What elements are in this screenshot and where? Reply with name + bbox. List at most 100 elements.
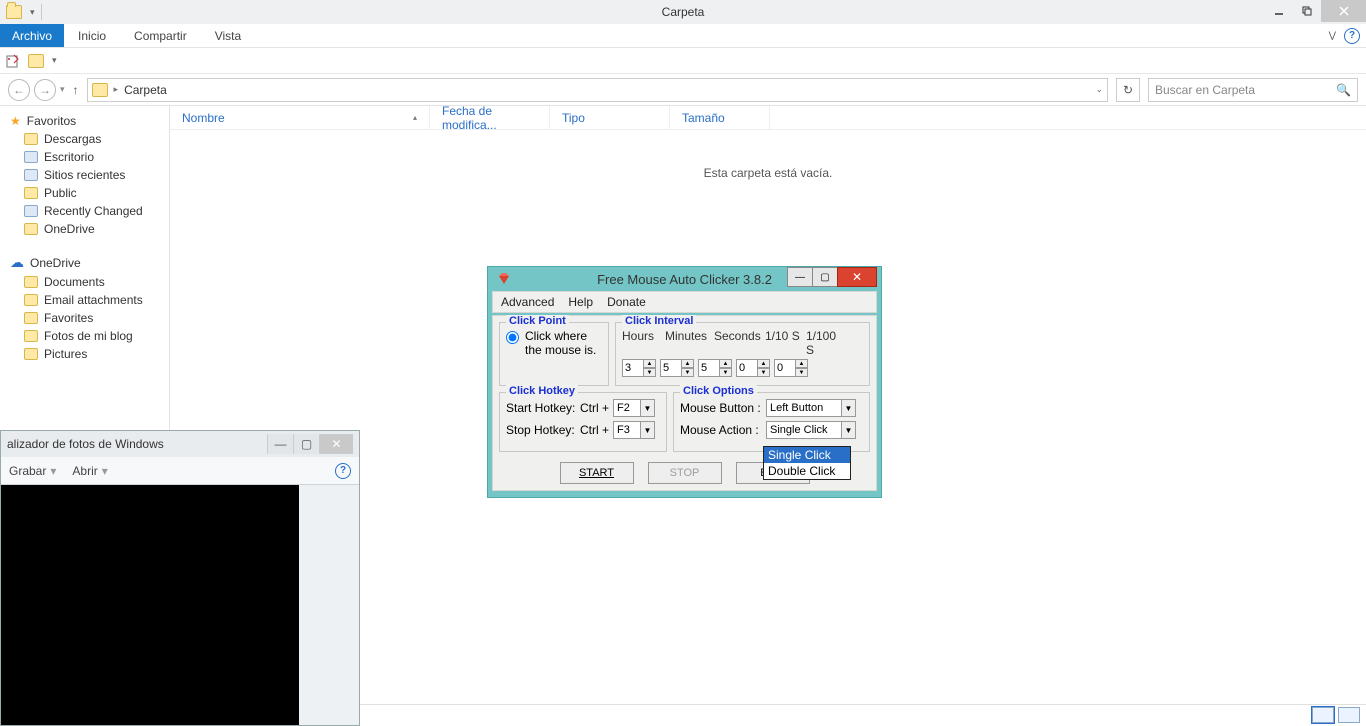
ribbon: Archivo Inicio Compartir Vista ⋁ ? [0, 24, 1366, 48]
ribbon-tab-inicio[interactable]: Inicio [64, 24, 120, 47]
sidebar-item-favorites[interactable]: Favorites [0, 309, 169, 327]
chevron-down-icon[interactable]: ⌄ [1095, 84, 1103, 95]
sidebar-item-public[interactable]: Public [0, 184, 169, 202]
sidebar-item-sitios[interactable]: Sitios recientes [0, 166, 169, 184]
search-folder-icon [24, 205, 38, 217]
menu-donate[interactable]: Donate [607, 295, 646, 309]
separator [41, 4, 42, 20]
empty-message: Esta carpeta está vacía. [170, 166, 1366, 180]
tool-grabar[interactable]: Grabar [9, 464, 46, 478]
dropdown-item-double[interactable]: Double Click [764, 463, 850, 479]
minimize-button[interactable] [1265, 0, 1293, 22]
mouse-action-dropdown[interactable]: Single Click Double Click [763, 446, 851, 480]
search-placeholder: Buscar en Carpeta [1155, 83, 1255, 97]
help-icon[interactable]: ? [335, 463, 351, 479]
sidebar-onedrive-header[interactable]: ☁OneDrive [0, 252, 169, 273]
sidebar-item-documents[interactable]: Documents [0, 273, 169, 291]
folder-icon[interactable] [28, 54, 44, 68]
recent-dropdown[interactable]: ▾ [60, 84, 65, 95]
close-button[interactable]: ✕ [319, 434, 353, 454]
properties-icon[interactable] [6, 54, 20, 68]
click-interval-group: Click Interval HoursMinutesSeconds1/10 S… [615, 322, 870, 386]
sidebar-item-recently[interactable]: Recently Changed [0, 202, 169, 220]
chevron-down-icon[interactable]: ▾ [30, 7, 35, 18]
sidebar-item-descargas[interactable]: Descargas [0, 130, 169, 148]
folder-icon [24, 312, 38, 324]
close-button[interactable] [1321, 0, 1366, 22]
col-tipo[interactable]: Tipo [550, 106, 670, 129]
address-bar[interactable]: ▸ Carpeta ⌄ [87, 78, 1108, 102]
label: Fotos de mi blog [44, 329, 133, 343]
label: Favoritos [27, 114, 76, 128]
col-nombre[interactable]: Nombre▴ [170, 106, 430, 129]
refresh-button[interactable]: ↻ [1116, 78, 1140, 102]
ribbon-file[interactable]: Archivo [0, 24, 64, 47]
mouse-action-label: Mouse Action : [680, 423, 762, 437]
label: Email attachments [44, 293, 143, 307]
up-button[interactable]: ↑ [69, 83, 83, 97]
tenths-spin[interactable]: ▲▼ [736, 359, 770, 377]
minimize-button[interactable]: — [787, 267, 813, 287]
chevron-down-icon[interactable]: ▾ [50, 464, 56, 478]
menu-advanced[interactable]: Advanced [501, 295, 554, 309]
column-headers: Nombre▴ Fecha de modifica... Tipo Tamaño [170, 106, 1366, 130]
maximize-button[interactable]: ▢ [812, 267, 838, 287]
stop-hotkey-combo[interactable]: ▼ [613, 421, 655, 439]
hours-spin[interactable]: ▲▼ [622, 359, 656, 377]
hundredths-spin[interactable]: ▲▼ [774, 359, 808, 377]
close-button[interactable]: ✕ [837, 267, 877, 287]
maximize-button[interactable] [1293, 0, 1321, 22]
photo-viewer-window: alizador de fotos de Windows — ▢ ✕ Graba… [0, 430, 360, 726]
star-icon: ★ [10, 114, 21, 128]
sidebar-item-onedrive-fav[interactable]: OneDrive [0, 220, 169, 238]
sidebar-item-escritorio[interactable]: Escritorio [0, 148, 169, 166]
search-input[interactable]: Buscar en Carpeta 🔍 [1148, 78, 1358, 102]
folder-icon [24, 133, 38, 145]
start-button[interactable]: START [560, 462, 634, 484]
stop-hotkey-label: Stop Hotkey: [506, 423, 576, 437]
cloud-icon: ☁ [10, 254, 24, 271]
menu-help[interactable]: Help [568, 295, 593, 309]
mouse-button-combo[interactable]: ▼ [766, 399, 856, 417]
quick-access-toolbar: ▾ [0, 48, 1366, 74]
legend: Click Options [680, 385, 757, 397]
breadcrumb[interactable]: Carpeta [124, 83, 167, 97]
ribbon-tab-vista[interactable]: Vista [201, 24, 255, 47]
minimize-button[interactable]: — [267, 434, 293, 454]
sidebar-item-pictures[interactable]: Pictures [0, 345, 169, 363]
chevron-down-icon[interactable]: ⋁ [1329, 30, 1336, 41]
search-icon: 🔍 [1336, 83, 1351, 97]
ribbon-tab-compartir[interactable]: Compartir [120, 24, 201, 47]
legend: Click Hotkey [506, 385, 578, 397]
label: Public [44, 186, 77, 200]
col-tamano[interactable]: Tamaño [670, 106, 770, 129]
tiles-view-icon[interactable] [1338, 707, 1360, 723]
help-icon[interactable]: ? [1344, 28, 1360, 44]
folder-icon [24, 223, 38, 235]
start-hotkey-combo[interactable]: ▼ [613, 399, 655, 417]
dropdown-item-single[interactable]: Single Click [764, 447, 850, 463]
back-button[interactable]: ← [8, 79, 30, 101]
photo-title: alizador de fotos de Windows [7, 437, 267, 451]
stop-button[interactable]: STOP [648, 462, 722, 484]
seconds-spin[interactable]: ▲▼ [698, 359, 732, 377]
sidebar-item-fotos[interactable]: Fotos de mi blog [0, 327, 169, 345]
click-hotkey-group: Click Hotkey Start Hotkey:Ctrl +▼ Stop H… [499, 392, 667, 452]
radio-mouse-pos[interactable]: Click where the mouse is. [506, 329, 602, 357]
tool-abrir[interactable]: Abrir [72, 464, 97, 478]
window-title: Carpeta [662, 5, 705, 19]
label: Favorites [44, 311, 93, 325]
forward-button[interactable]: → [34, 79, 56, 101]
col-fecha[interactable]: Fecha de modifica... [430, 106, 550, 129]
mouse-action-combo[interactable]: ▼ [766, 421, 856, 439]
sidebar-favorites-header[interactable]: ★ Favoritos [0, 112, 169, 130]
start-hotkey-label: Start Hotkey: [506, 401, 576, 415]
chevron-down-icon[interactable]: ▾ [102, 464, 108, 478]
nav-bar: ← → ▾ ↑ ▸ Carpeta ⌄ ↻ Buscar en Carpeta … [0, 74, 1366, 106]
details-view-icon[interactable] [1312, 707, 1334, 723]
sidebar-item-email[interactable]: Email attachments [0, 291, 169, 309]
maximize-button[interactable]: ▢ [293, 434, 319, 454]
label: Descargas [44, 132, 101, 146]
chevron-down-icon[interactable]: ▾ [52, 55, 57, 66]
minutes-spin[interactable]: ▲▼ [660, 359, 694, 377]
